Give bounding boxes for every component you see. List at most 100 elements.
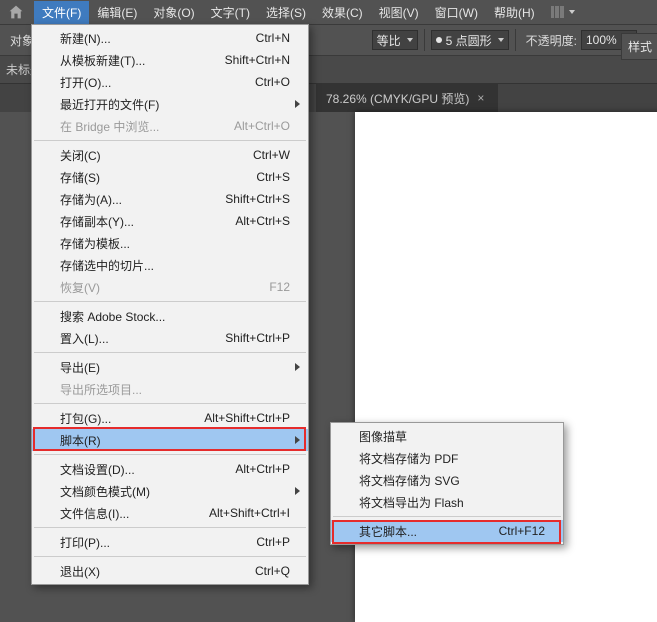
file-item-3[interactable]: 最近打开的文件(F) [32,93,308,115]
menu-item-shortcut: Ctrl+S [256,170,290,184]
menubar-item-0[interactable]: 文件(F) [34,1,89,24]
menu-item-label: 打开(O)... [60,74,255,91]
close-icon[interactable]: × [477,91,484,105]
brush-combo[interactable]: 5 点圆形 [431,30,509,50]
scripts-item-3[interactable]: 将文档导出为 Flash [331,491,563,513]
menu-item-shortcut: Alt+Shift+Ctrl+I [209,506,290,520]
file-item-17[interactable]: 导出(E) [32,356,308,378]
file-item-15[interactable]: 置入(L)...Shift+Ctrl+P [32,327,308,349]
menu-item-label: 存储为模板... [60,235,290,252]
file-item-14[interactable]: 搜索 Adobe Stock... [32,305,308,327]
menu-item-label: 图像描草 [359,428,545,445]
file-item-12: 恢复(V)F12 [32,276,308,298]
menu-item-label: 从模板新建(T)... [60,52,225,69]
file-menu-dropdown: 新建(N)...Ctrl+N从模板新建(T)...Shift+Ctrl+N打开(… [31,24,309,585]
file-item-10[interactable]: 存储为模板... [32,232,308,254]
file-item-24[interactable]: 文档颜色模式(M) [32,480,308,502]
menu-item-label: 导出所选项目... [60,381,290,398]
document-tab[interactable]: 78.26% (CMYK/GPU 预览) × [316,84,498,112]
arrange-workspace-icon[interactable] [551,4,575,20]
menu-item-label: 将文档导出为 Flash [359,494,545,511]
menu-item-shortcut: Shift+Ctrl+N [225,53,290,67]
file-sep-26 [34,527,306,528]
menu-item-label: 存储选中的切片... [60,257,290,274]
scripts-item-0[interactable]: 图像描草 [331,425,563,447]
file-sep-22 [34,454,306,455]
menu-item-label: 脚本(R) [60,432,290,449]
home-icon[interactable] [8,4,24,20]
menu-item-label: 将文档存储为 PDF [359,450,545,467]
menubar-item-5[interactable]: 效果(C) [314,1,371,24]
menu-item-label: 新建(N)... [60,30,256,47]
file-item-9[interactable]: 存储副本(Y)...Alt+Ctrl+S [32,210,308,232]
menubar-item-6[interactable]: 视图(V) [371,1,427,24]
menu-item-shortcut: Ctrl+N [256,31,290,45]
submenu-arrow-icon [295,363,300,371]
menu-item-label: 最近打开的文件(F) [60,96,290,113]
menu-item-label: 文档颜色模式(M) [60,483,290,500]
menu-item-label: 存储副本(Y)... [60,213,235,230]
menu-item-label: 将文档存储为 SVG [359,472,545,489]
menu-item-label: 退出(X) [60,563,255,580]
menu-item-shortcut: Ctrl+W [253,148,290,162]
file-item-18: 导出所选项目... [32,378,308,400]
menu-item-shortcut: Ctrl+O [255,75,290,89]
menubar: 文件(F)编辑(E)对象(O)文字(T)选择(S)效果(C)视图(V)窗口(W)… [0,0,657,24]
styles-button[interactable]: 样式 [621,33,657,60]
menu-item-shortcut: Shift+Ctrl+S [225,192,290,206]
menubar-item-1[interactable]: 编辑(E) [89,1,145,24]
menu-item-label: 存储(S) [60,169,256,186]
file-item-21[interactable]: 脚本(R) [32,429,308,451]
file-item-0[interactable]: 新建(N)...Ctrl+N [32,27,308,49]
menu-item-label: 存储为(A)... [60,191,225,208]
file-item-27[interactable]: 打印(P)...Ctrl+P [32,531,308,553]
submenu-arrow-icon [295,487,300,495]
menu-item-label: 导出(E) [60,359,290,376]
file-sep-28 [34,556,306,557]
menu-item-shortcut: Alt+Ctrl+S [235,214,290,228]
menu-item-shortcut: Ctrl+F12 [499,524,545,538]
menubar-item-8[interactable]: 帮助(H) [486,1,543,24]
file-item-6[interactable]: 关闭(C)Ctrl+W [32,144,308,166]
menu-item-label: 置入(L)... [60,330,225,347]
scale-mode-combo[interactable]: 等比 [372,30,418,50]
scripts-submenu: 图像描草将文档存储为 PDF 将文档存储为 SVG 将文档导出为 Flash 其它脚本… [330,422,564,545]
submenu-arrow-icon [295,436,300,444]
file-item-11[interactable]: 存储选中的切片... [32,254,308,276]
file-sep-5 [34,140,306,141]
scripts-item-2[interactable]: 将文档存储为 SVG [331,469,563,491]
file-sep-19 [34,403,306,404]
menu-item-shortcut: Ctrl+P [256,535,290,549]
menubar-item-4[interactable]: 选择(S) [258,1,314,24]
menubar-item-3[interactable]: 文字(T) [203,1,258,24]
menu-item-label: 打印(P)... [60,534,256,551]
file-item-4: 在 Bridge 中浏览...Alt+Ctrl+O [32,115,308,137]
menu-item-label: 关闭(C) [60,147,253,164]
file-item-25[interactable]: 文件信息(I)...Alt+Shift+Ctrl+I [32,502,308,524]
scripts-sep-4 [333,516,561,517]
menu-item-shortcut: Ctrl+Q [255,564,290,578]
menubar-item-2[interactable]: 对象(O) [145,1,202,24]
menu-item-shortcut: Alt+Shift+Ctrl+P [204,411,290,425]
file-item-1[interactable]: 从模板新建(T)...Shift+Ctrl+N [32,49,308,71]
menu-item-label: 恢复(V) [60,279,269,296]
menubar-item-7[interactable]: 窗口(W) [427,1,486,24]
file-item-20[interactable]: 打包(G)...Alt+Shift+Ctrl+P [32,407,308,429]
submenu-arrow-icon [295,100,300,108]
file-item-8[interactable]: 存储为(A)...Shift+Ctrl+S [32,188,308,210]
opacity-label: 不透明度: [526,32,577,49]
file-item-29[interactable]: 退出(X)Ctrl+Q [32,560,308,582]
scripts-item-5[interactable]: 其它脚本...Ctrl+F12 [331,520,563,542]
file-item-7[interactable]: 存储(S)Ctrl+S [32,166,308,188]
file-item-2[interactable]: 打开(O)...Ctrl+O [32,71,308,93]
menu-item-shortcut: Alt+Ctrl+P [235,462,290,476]
scripts-item-1[interactable]: 将文档存储为 PDF [331,447,563,469]
file-item-23[interactable]: 文档设置(D)...Alt+Ctrl+P [32,458,308,480]
menu-item-label: 打包(G)... [60,410,204,427]
menu-item-label: 文件信息(I)... [60,505,209,522]
canvas[interactable] [355,112,657,622]
file-sep-13 [34,301,306,302]
menu-item-shortcut: F12 [269,280,290,294]
menu-item-label: 其它脚本... [359,523,499,540]
menu-item-label: 在 Bridge 中浏览... [60,118,234,135]
